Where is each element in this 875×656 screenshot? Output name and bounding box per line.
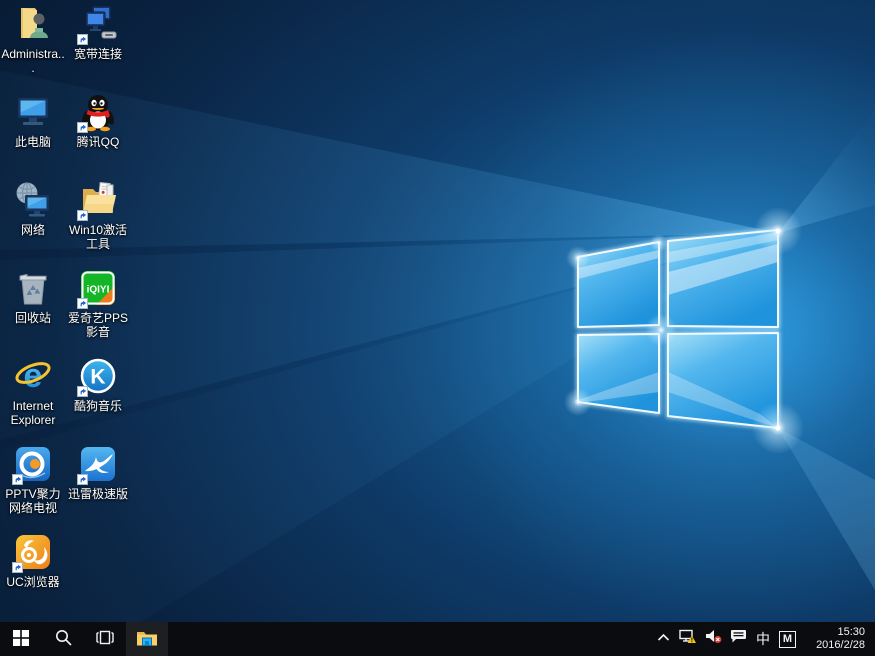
desktop-icon-internet-explorer[interactable]: e Internet Explorer [0, 356, 66, 427]
icon-label: 酷狗音乐 [74, 399, 122, 413]
taskbar-clock[interactable]: 15:30 2016/2/28 [803, 626, 865, 652]
volume-muted-icon [705, 629, 722, 649]
action-center-icon [730, 629, 747, 649]
ime-language-indicator[interactable]: 中 [754, 622, 772, 656]
desktop-icon-grid: Administra... 宽带连接 [0, 0, 875, 622]
svg-text:iQIYI: iQIYI [87, 285, 110, 296]
desktop-icon-kugou[interactable]: K 酷狗音乐 [65, 356, 131, 413]
task-view-icon [96, 630, 114, 648]
icon-label: 腾讯QQ [77, 135, 120, 149]
desktop-icon-pptv[interactable]: PPTV聚力 网络电视 [0, 444, 66, 515]
icon-label: Administra... [0, 47, 66, 75]
desktop-icon-iqiyi[interactable]: iQIYI 爱奇艺PPS 影音 [65, 268, 131, 339]
file-explorer-button[interactable] [126, 622, 168, 656]
icon-label: 宽带连接 [74, 47, 122, 61]
shortcut-arrow-icon [12, 562, 23, 573]
pptv-icon [13, 444, 53, 484]
file-explorer-icon [136, 629, 158, 650]
recycle-bin-icon [13, 268, 53, 308]
shortcut-arrow-icon [77, 474, 88, 485]
icon-label: Win10激活工具 [65, 223, 131, 251]
desktop-icon-broadband[interactable]: 宽带连接 [65, 4, 131, 61]
computer-icon [13, 92, 53, 132]
desktop-icon-uc-browser[interactable]: UC浏览器 [0, 532, 66, 589]
desktop-icon-win10-activator[interactable]: Win10激活工具 [65, 180, 131, 251]
desktop-icon-this-pc[interactable]: 此电脑 [0, 92, 66, 149]
iqiyi-icon: iQIYI [78, 268, 118, 308]
start-button[interactable] [0, 622, 42, 656]
shortcut-arrow-icon [77, 386, 88, 397]
network-status-button[interactable] [679, 622, 697, 656]
icon-label: 迅雷极速版 [68, 487, 128, 501]
search-button[interactable] [42, 622, 84, 656]
desktop-icon-recycle-bin[interactable]: 回收站 [0, 268, 66, 325]
shortcut-arrow-icon [12, 474, 23, 485]
ime-mode-indicator[interactable]: M [779, 631, 796, 648]
network-globe-icon [13, 180, 53, 220]
broadband-connection-icon [78, 4, 118, 44]
hidden-icons-button[interactable] [654, 622, 672, 656]
svg-text:K: K [90, 366, 105, 389]
shortcut-arrow-icon [77, 298, 88, 309]
clock-date: 2016/2/28 [816, 639, 865, 652]
icon-label: UC浏览器 [6, 575, 59, 589]
icon-label: 网络 [21, 223, 45, 237]
icon-label: 此电脑 [15, 135, 51, 149]
ie-icon: e [13, 356, 53, 396]
qq-penguin-icon [78, 92, 118, 132]
clock-time: 15:30 [837, 626, 865, 639]
icon-label: 爱奇艺PPS 影音 [65, 311, 131, 339]
windows-logo-icon [13, 630, 29, 649]
search-icon [55, 629, 72, 649]
desktop-icon-network[interactable]: 网络 [0, 180, 66, 237]
chevron-up-icon [657, 630, 670, 648]
desktop-icon-qq[interactable]: 腾讯QQ [65, 92, 131, 149]
folder-documents-icon [78, 180, 118, 220]
system-tray: 中 M 15:30 2016/2/28 [654, 622, 875, 656]
icon-label: PPTV聚力 网络电视 [0, 487, 66, 515]
network-warning-icon [679, 629, 697, 649]
xunlei-bird-icon [78, 444, 118, 484]
desktop-icon-administrator[interactable]: Administra... [0, 4, 66, 75]
shortcut-arrow-icon [77, 122, 88, 133]
action-center-button[interactable] [729, 622, 747, 656]
taskbar: 中 M 15:30 2016/2/28 [0, 622, 875, 656]
uc-squirrel-icon [13, 532, 53, 572]
user-folder-icon [13, 4, 53, 44]
shortcut-arrow-icon [77, 34, 88, 45]
task-view-button[interactable] [84, 622, 126, 656]
shortcut-arrow-icon [77, 210, 88, 221]
icon-label: 回收站 [15, 311, 51, 325]
icon-label: Internet Explorer [0, 399, 66, 427]
volume-button[interactable] [704, 622, 722, 656]
desktop-icon-xunlei[interactable]: 迅雷极速版 [65, 444, 131, 501]
kugou-icon: K [78, 356, 118, 396]
